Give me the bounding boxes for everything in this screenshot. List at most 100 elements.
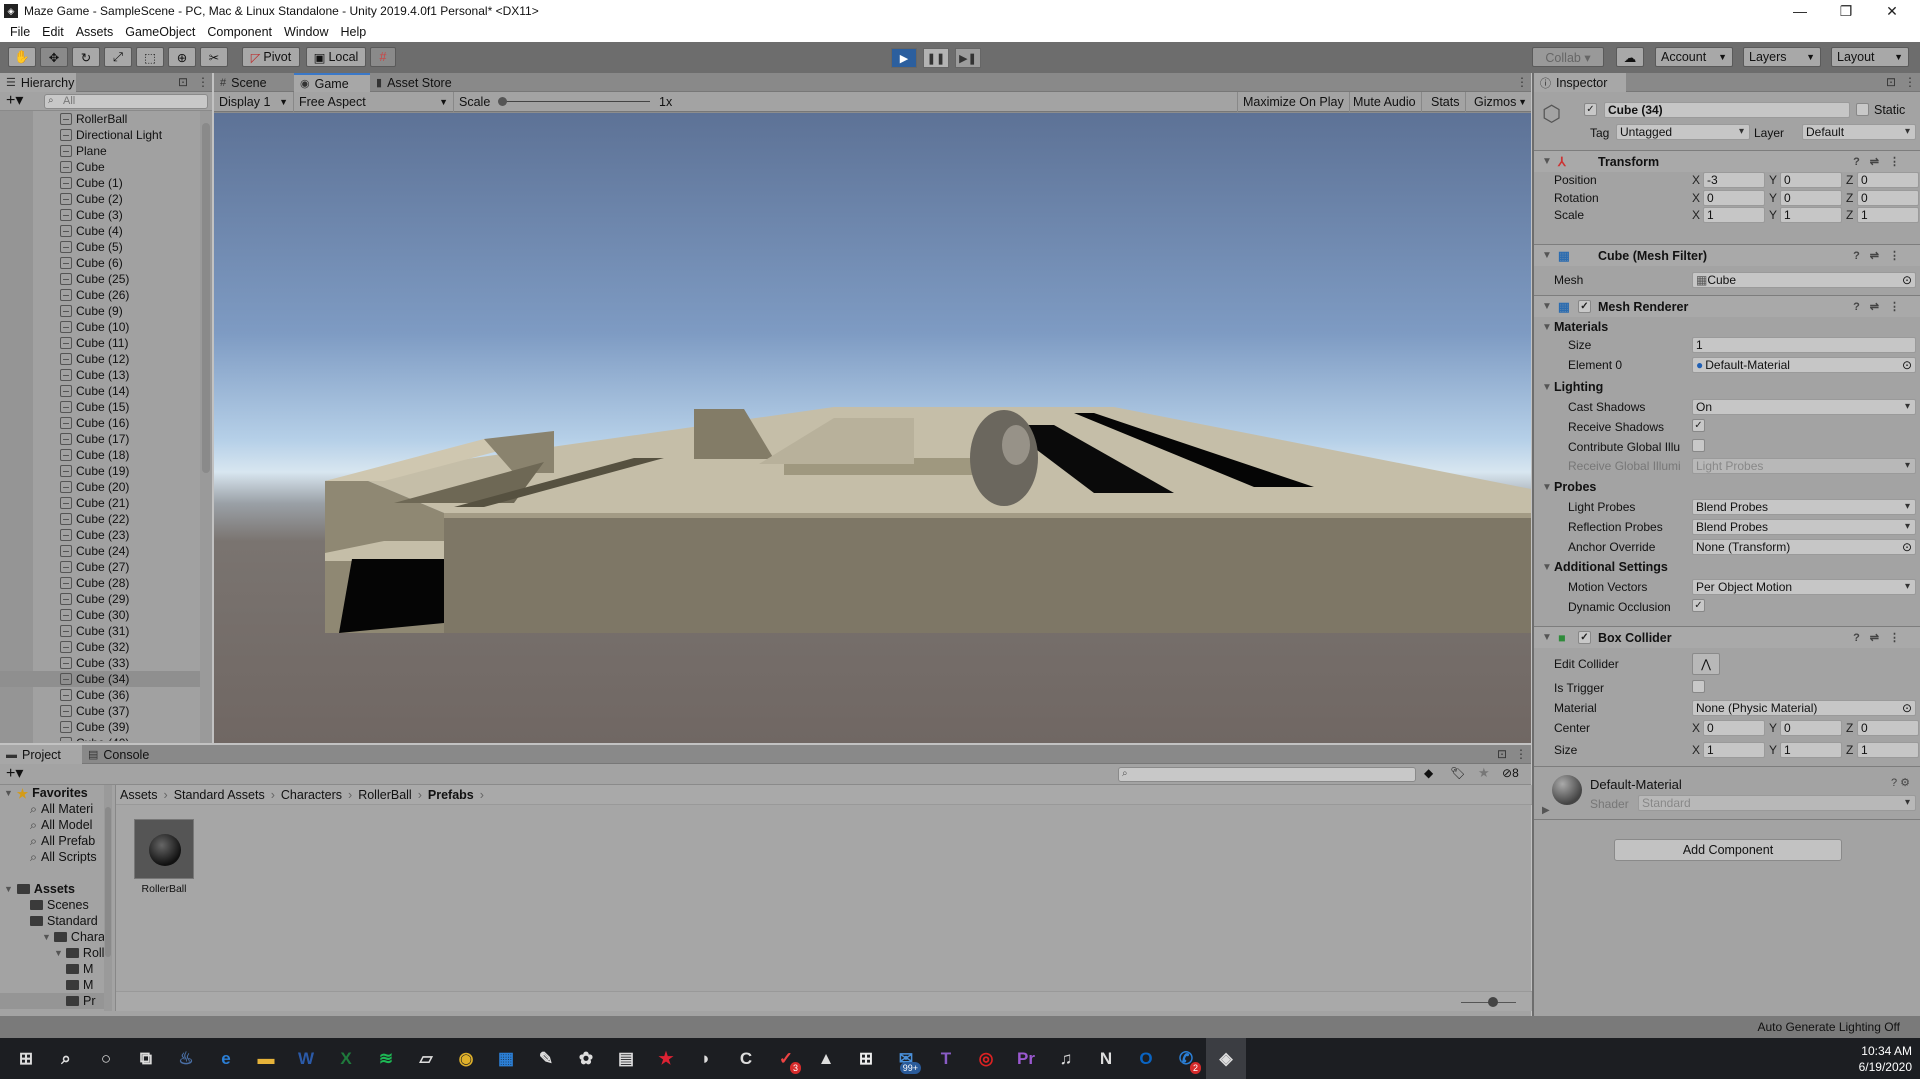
tab-game[interactable]: ◉ Game [294, 73, 370, 92]
hierarchy-item[interactable]: Cube (2) [0, 191, 200, 207]
hierarchy-item[interactable]: Cube (10) [0, 319, 200, 335]
axis-label-y[interactable]: Y [1769, 721, 1777, 735]
hierarchy-item[interactable]: Cube [0, 159, 200, 175]
axis-label-y[interactable]: Y [1769, 191, 1777, 205]
cloud-button[interactable]: ☁ [1616, 47, 1644, 67]
favorite-item[interactable]: ⌕ All Model [0, 817, 112, 833]
lock-icon[interactable]: ⊡ [178, 75, 188, 89]
menu-component[interactable]: Component [207, 25, 272, 39]
scale-x-field[interactable]: 1 [1703, 207, 1765, 223]
local-toggle[interactable]: ▣ Local [306, 47, 366, 67]
materials-section[interactable]: Materials [1554, 320, 1608, 334]
taskbar-start[interactable]: ⊞ [6, 1038, 46, 1079]
account-dropdown[interactable]: Account ▼ [1655, 47, 1733, 67]
filter-by-label-icon[interactable]: 🏷 [1450, 766, 1465, 780]
more-options-icon[interactable]: ⋮ [1516, 75, 1528, 89]
favorite-item[interactable]: ⌕ All Scripts [0, 849, 112, 865]
taskbar-search[interactable]: ⌕ [46, 1038, 86, 1079]
taskbar-task-view[interactable]: ⧉ [126, 1038, 166, 1079]
hierarchy-item[interactable]: RollerBall [0, 111, 200, 127]
taskbar-excel[interactable]: X [326, 1038, 366, 1079]
add-component-button[interactable]: Add Component [1614, 839, 1842, 861]
system-clock[interactable]: 10:34 AM 6/19/2020 [1859, 1043, 1912, 1075]
taskbar-mail[interactable]: ✉ 99+ [886, 1038, 926, 1079]
hierarchy-item[interactable]: Cube (19) [0, 463, 200, 479]
hierarchy-item[interactable]: Cube (29) [0, 591, 200, 607]
layers-dropdown[interactable]: Layers ▼ [1743, 47, 1821, 67]
light-probes-dropdown[interactable]: Blend Probes [1692, 499, 1916, 515]
contribute-gi-checkbox[interactable] [1692, 439, 1705, 452]
lighting-section[interactable]: Lighting [1554, 380, 1603, 394]
favorites-node[interactable]: ▼ ★ Favorites [0, 785, 112, 801]
lighting-status[interactable]: Auto Generate Lighting Off [1757, 1020, 1900, 1034]
hierarchy-item[interactable]: Cube (27) [0, 559, 200, 575]
transform-tool-button[interactable]: ⊕ [168, 47, 196, 67]
mesh-renderer-header[interactable]: ▼ ▦ ✓ Mesh Renderer ?⇌⋮ [1534, 295, 1920, 317]
axis-label-x[interactable]: X [1692, 208, 1700, 222]
hierarchy-item[interactable]: Cube (34) [0, 671, 200, 687]
axis-label-y[interactable]: Y [1769, 208, 1777, 222]
menu-edit[interactable]: Edit [42, 25, 64, 39]
favorite-item[interactable]: ⌕ All Prefab [0, 833, 112, 849]
object-picker-icon[interactable]: ⊙ [1902, 701, 1912, 715]
icon-size-slider-thumb[interactable] [1488, 997, 1498, 1007]
scale-slider-track[interactable] [502, 101, 650, 102]
hierarchy-item[interactable]: Cube (12) [0, 351, 200, 367]
taskbar-steam[interactable]: ♨ [166, 1038, 206, 1079]
taskbar-calendar[interactable]: ▦ [486, 1038, 526, 1079]
asset-label[interactable]: RollerBall [126, 883, 202, 895]
hierarchy-item[interactable]: Cube (17) [0, 431, 200, 447]
gizmos-dropdown[interactable]: Gizmos ▼ [1469, 92, 1531, 112]
play-button[interactable]: ▶ [891, 48, 917, 68]
taskbar-dolphin[interactable]: ◗ [686, 1038, 726, 1079]
tree-scrollbar[interactable] [104, 785, 112, 1011]
is-trigger-checkbox[interactable] [1692, 680, 1705, 693]
hierarchy-item[interactable]: Cube (3) [0, 207, 200, 223]
component-header-icons[interactable]: ?⇌⋮ [1853, 300, 1910, 313]
position-x-field[interactable]: -3 [1703, 172, 1765, 188]
additional-settings-section[interactable]: Additional Settings [1554, 560, 1668, 574]
tab-scene[interactable]: # Scene [214, 73, 294, 92]
menu-gameobject[interactable]: GameObject [125, 25, 195, 39]
tab-console[interactable]: ▤ Console [82, 745, 162, 764]
taskbar-file-explorer[interactable]: ▬ [246, 1038, 286, 1079]
folder-node[interactable]: M [0, 961, 112, 977]
hierarchy-item[interactable]: Cube (33) [0, 655, 200, 671]
hidden-packages-toggle[interactable]: ⊘8 [1502, 766, 1519, 780]
hierarchy-item[interactable]: Cube (11) [0, 335, 200, 351]
pivot-toggle[interactable]: ◸ Pivot [242, 47, 300, 67]
reflection-probes-dropdown[interactable]: Blend Probes [1692, 519, 1916, 535]
taskbar-chrome[interactable]: ◉ [446, 1038, 486, 1079]
expand-triangle-icon[interactable]: ▶ [1542, 805, 1550, 816]
element0-field[interactable]: ● Default-Material ⊙ [1692, 357, 1916, 373]
menu-window[interactable]: Window [284, 25, 328, 39]
hierarchy-item[interactable]: Cube (6) [0, 255, 200, 271]
favorites-star-icon[interactable]: ★ [1478, 765, 1490, 781]
hierarchy-item[interactable]: Cube (30) [0, 607, 200, 623]
hierarchy-item[interactable]: Cube (25) [0, 271, 200, 287]
collider-size-y-field[interactable]: 1 [1780, 742, 1842, 758]
scale-y-field[interactable]: 1 [1780, 207, 1842, 223]
taskbar-store[interactable]: ⊞ [846, 1038, 886, 1079]
hierarchy-item[interactable]: Cube (39) [0, 719, 200, 735]
taskbar-premiere[interactable]: Pr [1006, 1038, 1046, 1079]
taskbar-calculator[interactable]: ▤ [606, 1038, 646, 1079]
axis-label-x[interactable]: X [1692, 191, 1700, 205]
axis-label-z[interactable]: Z [1846, 191, 1853, 205]
taskbar-word[interactable]: W [286, 1038, 326, 1079]
collider-material-field[interactable]: None (Physic Material) ⊙ [1692, 700, 1916, 716]
hierarchy-scrollbar[interactable] [200, 111, 212, 743]
axis-label-z[interactable]: Z [1846, 721, 1853, 735]
maximize-button[interactable]: ❐ [1823, 0, 1869, 22]
taskbar-bookmark-app[interactable]: ★ [646, 1038, 686, 1079]
assets-node[interactable]: ▼ Assets [0, 881, 112, 897]
hierarchy-item[interactable]: Cube (40) [0, 735, 200, 741]
rotate-tool-button[interactable]: ↻ [72, 47, 100, 67]
axis-label-y[interactable]: Y [1769, 743, 1777, 757]
tab-asset-store[interactable]: ▮ Asset Store [370, 73, 470, 92]
scrollbar-thumb[interactable] [105, 807, 111, 957]
component-header-icons[interactable]: ?⇌⋮ [1853, 631, 1910, 644]
mesh-filter-header[interactable]: ▼ ▦ Cube (Mesh Filter) ?⇌⋮ [1534, 244, 1920, 266]
custom-tool-button[interactable]: ✂ [200, 47, 228, 67]
hierarchy-item[interactable]: Directional Light [0, 127, 200, 143]
